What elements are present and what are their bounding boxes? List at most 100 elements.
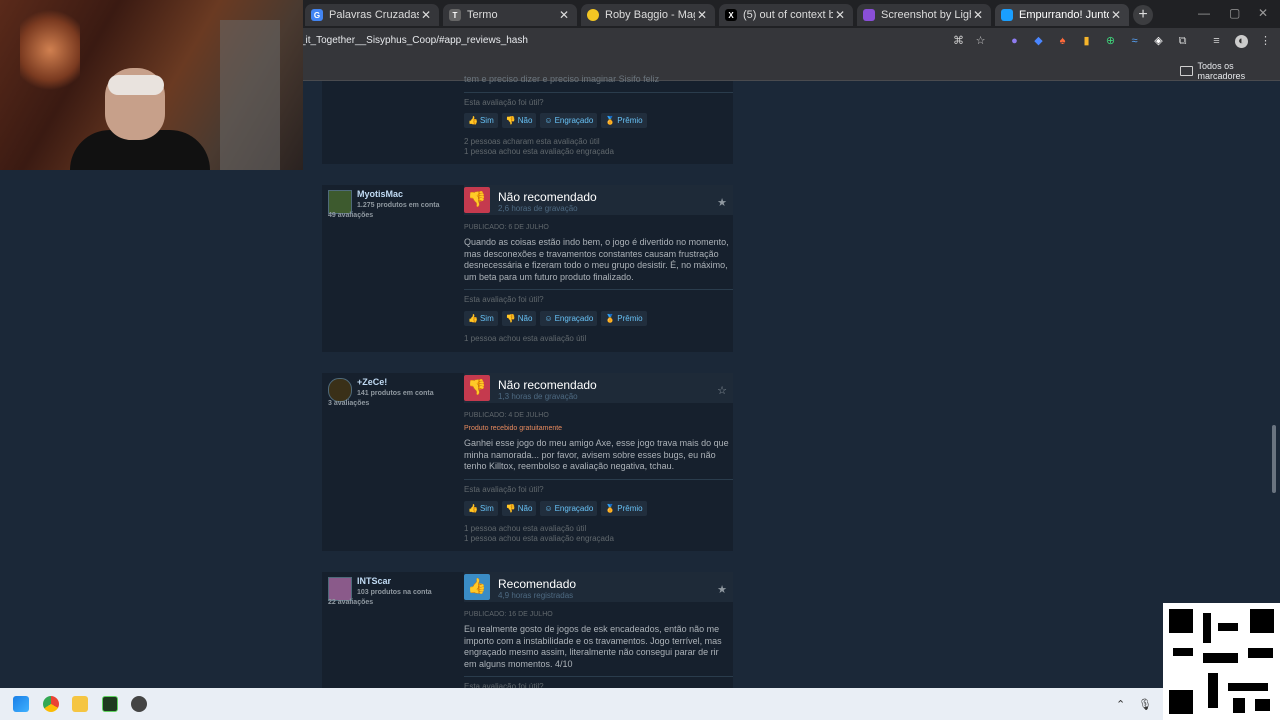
close-window-icon[interactable]: ✕ [1258,6,1268,20]
close-tab-icon[interactable]: ✕ [695,8,709,22]
translate-icon[interactable]: ⌘ [952,35,965,48]
vote-funny-button[interactable]: ☺ Engraçado [540,113,598,128]
app-icon[interactable] [131,696,147,712]
qr-module [1203,613,1211,643]
username[interactable]: MyotisMac [357,189,403,199]
close-tab-icon[interactable]: ✕ [833,8,847,22]
extension-icon[interactable]: ▮ [1080,35,1093,48]
extension-icon[interactable]: ◈ [1152,35,1165,48]
award-button[interactable]: 🏅 Prêmio [601,501,647,516]
thumbs-down-icon: 👎 [505,504,516,513]
vote-no-button[interactable]: 👎 Não [501,311,537,326]
tab-out-of-context[interactable]: X (5) out of context brasile ✕ [719,4,853,26]
profile-avatar-icon[interactable]: ◐ [1235,35,1248,48]
extension-icon[interactable]: ♠ [1056,35,1069,48]
extensions-puzzle-icon[interactable]: ⧉ [1176,35,1189,48]
review-header[interactable]: 👎 Não recomendado 1,3 horas de gravação … [464,373,733,403]
star-icon[interactable]: ★ [717,583,727,596]
vote-no-button[interactable]: 👎 Não [501,113,537,128]
thumbs-up-icon: 👍 [468,314,478,323]
review-header[interactable]: 👎 Não recomendado 2,6 horas de gravação … [464,185,733,215]
posted-date: PUBLICADO: 16 DE JULHO [464,611,553,618]
avatar[interactable] [328,577,352,601]
hours-played: 4,9 horas registradas [498,591,574,600]
webcam-headband [108,75,164,95]
menu-icon[interactable]: ⋮ [1259,35,1272,48]
avatar[interactable] [328,378,352,402]
vote-no-button[interactable]: 👎 Não [501,501,537,516]
tab-termo[interactable]: T Termo ✕ [443,4,577,26]
qr-finder [1169,690,1193,714]
close-tab-icon[interactable]: ✕ [971,8,985,22]
file-explorer-icon[interactable] [72,696,88,712]
review-header[interactable]: 👍 Recomendado 4,9 horas registradas ★ [464,572,733,602]
vote-yes-button[interactable]: 👍 Sim [464,501,498,516]
qr-module [1208,673,1218,708]
tab-empurrando-juntos[interactable]: Empurrando! Juntos - Sisy ✕ [995,4,1129,26]
media-icon[interactable]: ≡ [1210,35,1223,48]
thumbs-down-icon: 👎 [464,375,490,401]
vote-yes-button[interactable]: 👍 Sim [464,311,498,326]
vote-yes-button[interactable]: 👍 Sim [464,113,498,128]
smiley-icon [587,9,599,21]
tab-palavras-cruzadas[interactable]: G Palavras Cruzadas online ✕ [305,4,439,26]
products-count[interactable]: 1.275 produtos em conta [357,202,439,209]
feather-icon [863,9,875,21]
vote-funny-button[interactable]: ☺ Engraçado [540,501,598,516]
windows-start-icon[interactable] [13,696,29,712]
smile-icon: ☺ [544,116,553,125]
review-text: Quando as coisas estão indo bem, o jogo … [464,237,729,282]
close-tab-icon[interactable]: ✕ [557,8,571,22]
close-tab-icon[interactable]: ✕ [419,8,433,22]
posted-date: PUBLICADO: 4 DE JULHO [464,412,549,419]
folder-icon [1180,66,1193,76]
extension-icon[interactable]: ● [1008,35,1021,48]
reviews-count[interactable]: 3 avaliações [328,400,369,407]
new-tab-button[interactable]: + [1133,5,1153,25]
maximize-icon[interactable]: ▢ [1229,6,1240,20]
webcam-door [220,20,280,170]
tab-lightshot[interactable]: Screenshot by Lightshot ✕ [857,4,991,26]
username[interactable]: +ZeCe! [357,377,387,387]
google-icon: G [311,9,323,21]
qr-module [1255,699,1270,711]
bookmark-star-icon[interactable]: ☆ [974,35,987,48]
qr-module [1218,623,1238,631]
qr-module [1228,683,1268,691]
tab-title: Palavras Cruzadas online [329,9,419,21]
tab-title: Termo [467,9,498,21]
chrome-icon[interactable] [43,696,59,712]
terminal-app-icon[interactable] [102,696,118,712]
minimize-icon[interactable]: — [1198,6,1210,20]
extension-icon[interactable]: ≈ [1128,35,1141,48]
avatar[interactable] [328,190,352,214]
extension-plus-icon[interactable]: ⊕ [1104,35,1117,48]
microphone-icon[interactable]: 🎙 [1138,698,1152,711]
reviews-count[interactable]: 22 avaliações [328,599,373,606]
products-count[interactable]: 141 produtos em conta [357,390,434,397]
divider [464,92,733,93]
thumbs-up-icon: 👍 [468,504,478,513]
close-tab-icon[interactable]: ✕ [1109,8,1123,22]
username[interactable]: INTScar [357,576,391,586]
star-icon[interactable]: ★ [717,196,727,209]
reviews-count[interactable]: 49 avaliações [328,212,373,219]
vote-funny-button[interactable]: ☺ Engraçado [540,311,598,326]
funny-count: 1 pessoa achou esta avaliação engraçada [464,147,614,156]
award-button[interactable]: 🏅 Prêmio [601,311,647,326]
page-scrollbar[interactable] [1272,425,1276,493]
review-text: Eu realmente gosto de jogos de esk encad… [464,624,722,669]
free-product-note: Produto recebido gratuitamente [464,425,563,432]
chevron-up-icon[interactable]: ⌃ [1116,698,1125,711]
all-bookmarks-button[interactable]: Todos os marcadores [1180,61,1280,81]
steam-icon [1001,9,1013,21]
review-card-partial: tem e preciso dizer e preciso imaginar S… [322,74,733,164]
webcam-lamp [20,10,80,90]
tab-roby-baggio[interactable]: Roby Baggio - Magical K ✕ [581,4,715,26]
address-bar[interactable]: _it_Together__Sisyphus_Coop/#app_reviews… [300,35,528,46]
award-button[interactable]: 🏅 Prêmio [601,113,647,128]
products-count[interactable]: 103 produtos na conta [357,589,432,596]
thumbs-down-icon: 👎 [505,314,516,323]
extension-shield-icon[interactable]: ◆ [1032,35,1045,48]
star-outline-icon[interactable]: ☆ [717,384,727,397]
